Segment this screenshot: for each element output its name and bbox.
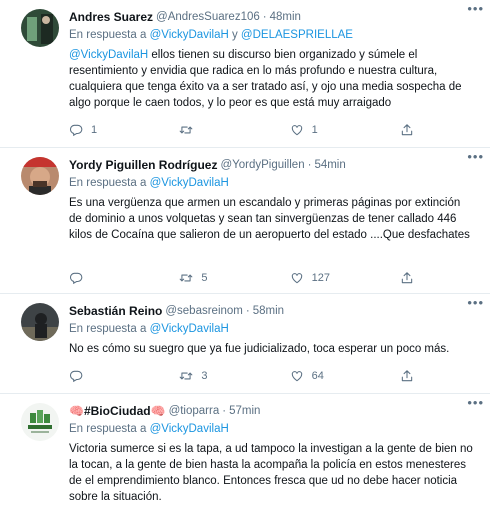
tweet[interactable]: Sebastián Reino @sebasreinom · 58min En … [0,294,490,394]
reply-to-link[interactable]: @VickyDavilaH [150,423,229,435]
timestamp[interactable]: 48min [270,9,301,25]
retweet-icon [179,271,193,285]
reply-context: En respuesta a @VickyDavilaH y @DELAESPR… [69,27,476,43]
like-button[interactable]: 127 [290,271,370,285]
retweet-button[interactable]: 5 [179,271,259,285]
avatar[interactable] [21,9,59,47]
like-button[interactable]: 1 [290,123,370,137]
reply-count: 1 [91,124,98,136]
reply-button[interactable] [69,271,149,285]
avatar[interactable] [21,157,59,195]
user-handle[interactable]: @AndresSuarez106 [156,9,260,25]
user-handle[interactable]: @sebasreinom [165,303,243,319]
reply-prefix: En respuesta a [69,29,147,41]
retweet-count: 3 [201,370,208,382]
share-icon [400,123,414,137]
reply-join: y [231,29,238,41]
display-name[interactable]: Sebastián Reino [69,303,162,319]
reply-prefix: En respuesta a [69,323,147,335]
like-count: 127 [311,272,331,284]
user-handle[interactable]: @YordyPiguillen [220,157,304,173]
tweet-actions: 3 64 [69,368,414,384]
reply-to-link[interactable]: @VickyDavilaH [150,323,229,335]
reply-button[interactable] [69,369,149,383]
retweet-count: 5 [201,272,208,284]
like-icon [290,123,304,137]
tweet-text: No es cómo su suegro que ya fue judicial… [69,343,450,355]
more-icon[interactable]: ••• [467,2,484,15]
share-button[interactable] [400,123,414,137]
separator: · [262,11,267,23]
display-name[interactable]: Yordy Piguillen Rodríguez [69,157,217,173]
reply-context: En respuesta a @VickyDavilaH [69,421,476,437]
share-icon [400,271,414,285]
reply-icon [69,123,83,137]
display-name[interactable]: Andres Suarez [69,9,153,25]
tweet[interactable]: Andres Suarez @AndresSuarez106 · 48min E… [0,0,490,148]
share-icon [400,369,414,383]
tweet-text: Victoria sumerce si es la tapa, a ud tam… [69,443,473,503]
separator: · [222,405,227,417]
tweet[interactable]: Yordy Piguillen Rodríguez @YordyPiguille… [0,148,490,294]
like-icon [290,271,304,285]
reply-to-link[interactable]: @VickyDavilaH [150,29,229,41]
reply-prefix: En respuesta a [69,177,147,189]
like-icon [290,369,304,383]
tweet-text: @VickyDavilaH ellos tienen su discurso b… [69,47,476,111]
more-icon[interactable]: ••• [467,150,484,163]
share-button[interactable] [400,271,414,285]
tweet-text: Es una vergüenza que armen un escandalo … [69,197,470,241]
reply-context: En respuesta a @VickyDavilaH [69,321,476,337]
reply-icon [69,271,83,285]
tweet-actions: 1 1 [69,122,414,138]
like-button[interactable]: 64 [290,369,370,383]
separator: · [307,159,312,171]
avatar[interactable] [21,403,59,441]
retweet-icon [179,369,193,383]
timestamp[interactable]: 54min [314,157,345,173]
retweet-icon [179,123,193,137]
more-icon[interactable]: ••• [467,296,484,309]
tweet[interactable]: 🧠#BioCiudad🧠 @tioparra · 57min En respue… [0,394,490,517]
reply-context: En respuesta a @VickyDavilaH [69,175,476,191]
more-icon[interactable]: ••• [467,396,484,409]
reply-icon [69,369,83,383]
like-count: 1 [311,124,318,136]
user-handle[interactable]: @tioparra [169,403,220,419]
retweet-button[interactable]: 3 [179,369,259,383]
retweet-button[interactable] [179,123,259,137]
timestamp[interactable]: 57min [229,403,260,419]
reply-prefix: En respuesta a [69,423,147,435]
mention-link[interactable]: @VickyDavilaH [69,49,148,61]
separator: · [245,305,250,317]
like-count: 64 [311,370,324,382]
timestamp[interactable]: 58min [253,303,284,319]
tweet-actions: 5 127 [69,270,414,286]
display-name[interactable]: 🧠#BioCiudad🧠 [69,403,166,419]
reply-to-link[interactable]: @DELAESPRIELLAE [241,29,353,41]
share-button[interactable] [400,369,414,383]
reply-button[interactable]: 1 [69,123,149,137]
avatar[interactable] [21,303,59,341]
reply-to-link[interactable]: @VickyDavilaH [150,177,229,189]
